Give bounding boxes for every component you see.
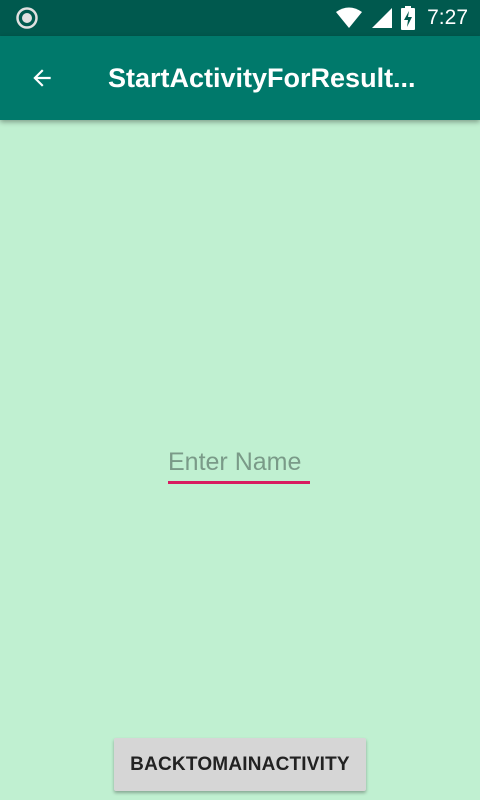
name-input[interactable]: [168, 444, 310, 480]
app-bar: StartActivityForResult...: [0, 36, 480, 120]
back-to-main-activity-button[interactable]: BACKTOMAINACTIVITY: [114, 738, 366, 791]
cell-signal-icon: [372, 8, 393, 28]
input-underline: [168, 481, 310, 484]
wifi-icon: [336, 7, 363, 28]
record-icon: [16, 7, 38, 29]
status-icons: 7:27: [335, 0, 468, 36]
page-title: StartActivityForResult...: [108, 63, 416, 93]
status-bar: 7:27: [0, 0, 480, 36]
arrow-back-icon: [33, 69, 51, 87]
screen: 7:27 StartActivityForResult... BACKTOMAI…: [0, 0, 480, 800]
battery-charging-icon: [401, 6, 416, 30]
clock: 7:27: [427, 6, 468, 29]
name-field: [168, 444, 310, 486]
back-button[interactable]: [14, 54, 70, 102]
